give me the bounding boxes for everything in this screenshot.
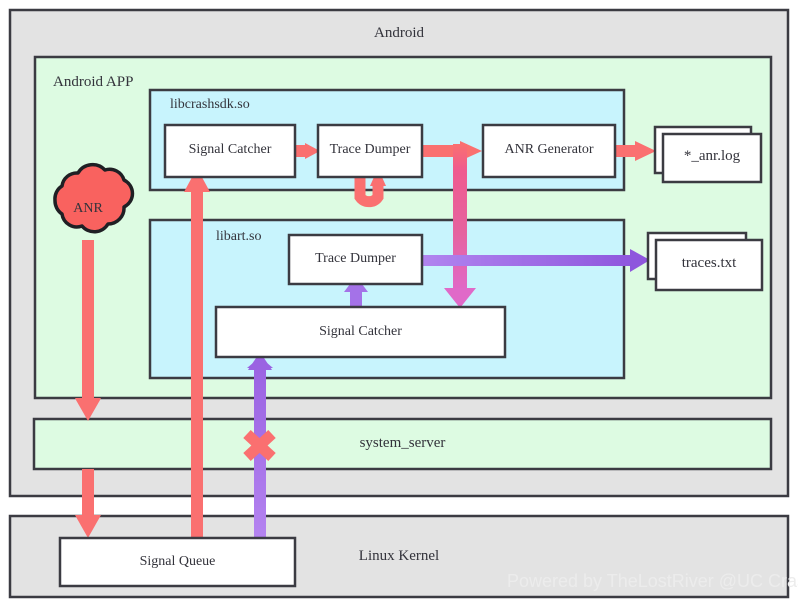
node-anr-generator[interactable] xyxy=(481,123,617,179)
container-system-server xyxy=(32,417,773,471)
node-traces-txt[interactable] xyxy=(646,231,764,292)
node-sdk-trace-dumper[interactable] xyxy=(316,123,424,179)
node-signal-queue[interactable] xyxy=(58,536,297,588)
node-sdk-signal-catcher[interactable] xyxy=(163,123,297,179)
node-art-trace-dumper[interactable] xyxy=(287,233,424,286)
diagram-svg xyxy=(8,8,790,599)
node-anr-log[interactable] xyxy=(653,125,763,184)
diagram-canvas: Android Android APP libcrashsdk.so libar… xyxy=(0,0,798,607)
node-art-signal-catcher[interactable] xyxy=(214,305,507,359)
